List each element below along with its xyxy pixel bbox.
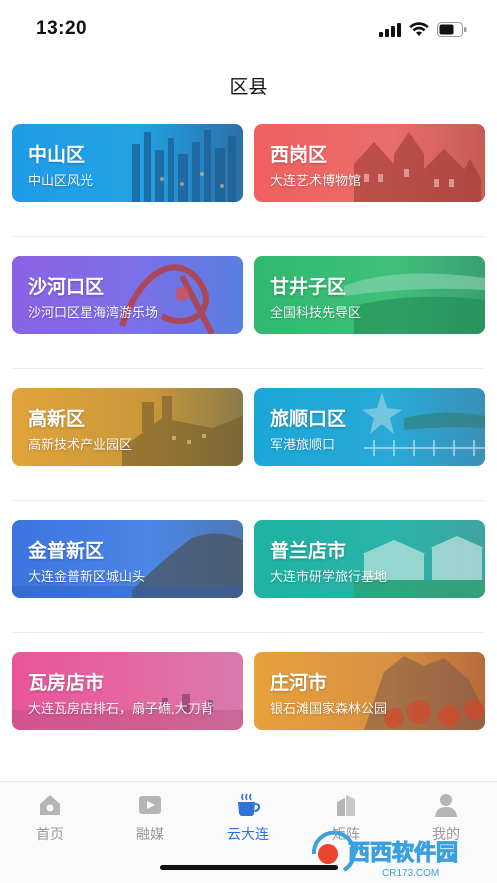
home-icon bbox=[40, 795, 60, 815]
district-name: 中山区 bbox=[28, 145, 86, 166]
district-desc: 银石滩国家森林公园 bbox=[270, 701, 388, 716]
district-card-zhongshan[interactable]: 中山区 中山区风光 bbox=[12, 124, 243, 202]
home-indicator bbox=[160, 865, 338, 870]
district-row: 瓦房店市 大连瓦房店排石，扇子礁,大刀背 庄河市 银石滩国家森林公园 bbox=[12, 652, 485, 784]
row-divider bbox=[12, 500, 485, 501]
district-desc: 大连市研学旅行基地 bbox=[270, 569, 388, 584]
district-name: 西岗区 bbox=[270, 145, 328, 166]
row-divider bbox=[12, 368, 485, 369]
coffee-cup-icon bbox=[238, 793, 261, 816]
district-name: 瓦房店市 bbox=[28, 673, 105, 694]
district-desc: 中山区风光 bbox=[28, 173, 94, 188]
district-card-ganjingzi[interactable]: 甘井子区 全国科技先导区 bbox=[254, 256, 485, 334]
district-row: 沙河口区 沙河口区星海湾游乐场 甘井子区 全国科技先导区 bbox=[12, 256, 485, 388]
district-name: 甘井子区 bbox=[270, 277, 347, 298]
watermark-domain: CR173.COM bbox=[382, 868, 439, 879]
district-card-jinpu[interactable]: 金普新区 大连金普新区城山头 bbox=[12, 520, 243, 598]
user-icon bbox=[435, 794, 457, 817]
district-card-zhuanghe[interactable]: 庄河市 银石滩国家森林公园 bbox=[254, 652, 485, 730]
status-bar: 13:20 bbox=[0, 0, 497, 60]
buildings-icon bbox=[337, 795, 355, 816]
district-name: 沙河口区 bbox=[28, 277, 105, 298]
battery-icon bbox=[437, 22, 467, 37]
wifi-icon bbox=[409, 22, 429, 36]
district-card-shahekou[interactable]: 沙河口区 沙河口区星海湾游乐场 bbox=[12, 256, 243, 334]
district-card-pulandian[interactable]: 普兰店市 大连市研学旅行基地 bbox=[254, 520, 485, 598]
signal-icon bbox=[379, 22, 401, 37]
media-play-icon bbox=[139, 796, 161, 814]
row-divider bbox=[12, 236, 485, 237]
district-card-wafangdian[interactable]: 瓦房店市 大连瓦房店排石，扇子礁,大刀背 bbox=[12, 652, 243, 730]
tab-label: 融媒 bbox=[136, 826, 164, 842]
district-card-gaoxin[interactable]: 高新区 高新技术产业园区 bbox=[12, 388, 243, 466]
district-row: 金普新区 大连金普新区城山头 普兰店市 大连市研学旅行基地 bbox=[12, 520, 485, 652]
district-name: 金普新区 bbox=[28, 541, 105, 562]
district-name: 普兰店市 bbox=[270, 541, 347, 562]
district-desc: 大连金普新区城山头 bbox=[28, 569, 146, 584]
tab-media[interactable]: 融媒 bbox=[110, 792, 190, 844]
status-icons bbox=[379, 22, 467, 37]
district-row: 高新区 高新技术产业园区 旅顺口区 军港旅顺口 bbox=[12, 388, 485, 520]
district-desc: 高新技术产业园区 bbox=[28, 437, 133, 452]
watermark-logo: 西西软件园 CR173.COM bbox=[311, 830, 459, 879]
row-divider bbox=[12, 632, 485, 633]
district-desc: 大连瓦房店排石，扇子礁,大刀背 bbox=[28, 701, 214, 716]
district-name: 旅顺口区 bbox=[270, 409, 347, 430]
page-title: 区县 bbox=[229, 77, 268, 98]
watermark-text: 西西软件园 bbox=[348, 840, 458, 865]
tab-label: 首页 bbox=[36, 826, 64, 842]
district-desc: 军港旅顺口 bbox=[270, 437, 336, 452]
tab-cloud-dalian[interactable]: 云大连 bbox=[208, 792, 288, 844]
district-desc: 大连艺术博物馆 bbox=[270, 173, 362, 188]
district-name: 高新区 bbox=[28, 409, 86, 430]
tab-label: 云大连 bbox=[227, 826, 269, 842]
tab-home[interactable]: 首页 bbox=[10, 792, 90, 844]
district-card-lvshunkou[interactable]: 旅顺口区 军港旅顺口 bbox=[254, 388, 485, 466]
district-desc: 全国科技先导区 bbox=[270, 305, 362, 320]
district-grid: 中山区 中山区风光 西岗区 大连艺术博物馆 沙河口区 沙河口区星海湾游乐场 甘井… bbox=[12, 124, 485, 784]
district-desc: 沙河口区星海湾游乐场 bbox=[28, 305, 159, 320]
district-row: 中山区 中山区风光 西岗区 大连艺术博物馆 bbox=[12, 124, 485, 256]
district-name: 庄河市 bbox=[270, 673, 328, 694]
district-card-xigang[interactable]: 西岗区 大连艺术博物馆 bbox=[254, 124, 485, 202]
status-time: 13:20 bbox=[36, 18, 88, 39]
